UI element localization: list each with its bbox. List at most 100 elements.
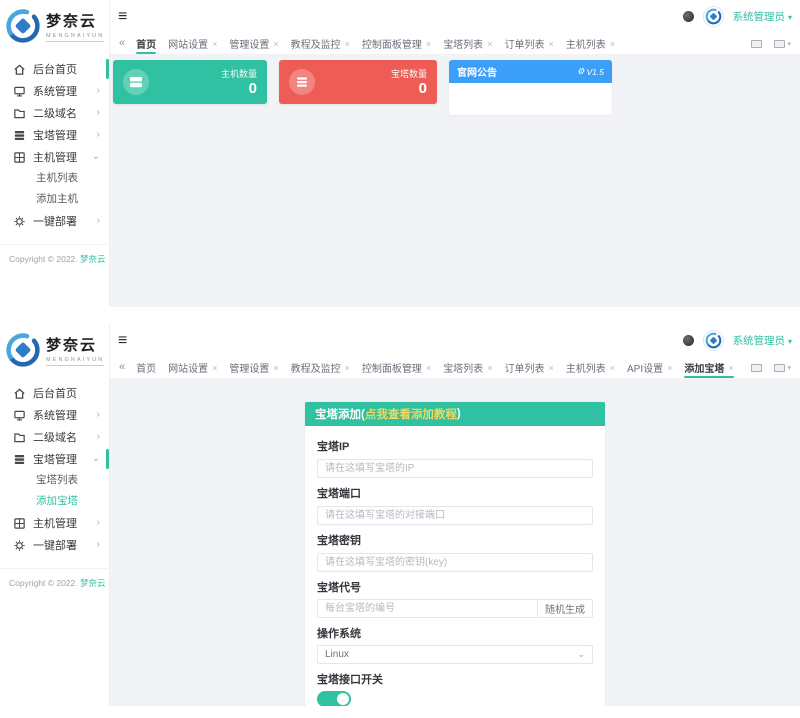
tab-close-icon[interactable]: ×	[487, 39, 492, 49]
tab-close-icon[interactable]: ×	[345, 363, 350, 373]
tab-label: API设置	[627, 360, 663, 375]
tab-refresh-icon[interactable]	[751, 40, 762, 48]
avatar[interactable]	[703, 330, 724, 351]
tab-close-icon[interactable]: ×	[548, 39, 553, 49]
tab[interactable]: 宝塔列表 ×	[443, 357, 492, 378]
tab[interactable]: 教程及监控 ×	[291, 33, 350, 54]
tab-close-icon[interactable]: ×	[610, 363, 615, 373]
sidebar-item-deploy[interactable]: 一键部署 ›	[0, 534, 109, 556]
tab[interactable]: 管理设置 ×	[229, 357, 278, 378]
server-icon	[13, 129, 26, 142]
sidebar-item-baota[interactable]: 宝塔管理 ⌄	[0, 448, 109, 470]
tab-bar: « 首页 × 网站设置 × 管理设置 × 教程及监控	[110, 357, 800, 379]
baota-code-input[interactable]	[318, 600, 537, 617]
user-menu[interactable]: 系统管理员 ▾	[733, 333, 792, 348]
grid-icon	[13, 151, 26, 164]
avatar[interactable]	[703, 6, 724, 27]
tab[interactable]: 首页 ×	[136, 33, 156, 54]
hamburger-menu-icon[interactable]: ≡	[118, 9, 127, 25]
chevron-right-icon: ›	[97, 216, 100, 226]
active-indicator-bar	[106, 449, 109, 469]
tab[interactable]: 教程及监控 ×	[291, 357, 350, 378]
user-menu[interactable]: 系统管理员 ▾	[733, 9, 792, 24]
random-generate-button[interactable]: 随机生成	[537, 600, 592, 617]
tab[interactable]: 添加宝塔 ×	[684, 357, 733, 378]
tab-actions-menu[interactable]: ▾	[774, 364, 791, 372]
sidebar: 梦奈云 MENGNAIYUN 后台首页 系统管理 › 二级域名 ›	[0, 324, 110, 706]
tab[interactable]: 管理设置 ×	[229, 33, 278, 54]
tab-refresh-icon[interactable]	[751, 364, 762, 372]
sidebar-item-host[interactable]: 主机管理 ⌄	[0, 146, 109, 168]
page: 梦奈云 MENGNAIYUN 后台首页 系统管理 › 二级域名	[0, 0, 800, 718]
tab[interactable]: 宝塔列表 ×	[443, 33, 492, 54]
tab-close-icon[interactable]: ×	[345, 39, 350, 49]
tab-close-icon[interactable]: ×	[548, 363, 553, 373]
tab[interactable]: API设置 ×	[627, 357, 672, 378]
sidebar-item-host-list[interactable]: 主机列表	[0, 168, 109, 189]
tab-close-icon[interactable]: ×	[273, 39, 278, 49]
tab[interactable]: 主机列表 ×	[566, 33, 615, 54]
copyright-brand-link[interactable]: 梦奈云	[80, 578, 106, 588]
tab-actions-icon	[774, 40, 785, 48]
notice-title: 官网公告	[457, 64, 497, 79]
stat-card-hosts[interactable]: 主机数量 0	[113, 60, 267, 104]
sidebar-item-subdomain[interactable]: 二级域名 ›	[0, 102, 109, 124]
tab[interactable]: 网站设置 ×	[168, 357, 217, 378]
baota-port-label: 宝塔端口	[317, 485, 593, 501]
stat-card-baota[interactable]: 宝塔数量 0	[279, 60, 437, 104]
tab-close-icon[interactable]: ×	[610, 39, 615, 49]
host-icon	[123, 69, 149, 95]
sidebar-item-system[interactable]: 系统管理 ›	[0, 80, 109, 102]
stat-label: 宝塔数量	[391, 67, 427, 80]
tab[interactable]: 控制面板管理 ×	[362, 33, 431, 54]
main-area: ≡ 系统管理员 ▾ « 首页 ×	[110, 0, 800, 307]
folder-icon	[13, 431, 26, 444]
tutorial-link[interactable]: 点我查看添加教程	[365, 406, 457, 422]
tab-close-icon[interactable]: ×	[426, 39, 431, 49]
tab[interactable]: 控制面板管理 ×	[362, 357, 431, 378]
api-switch-toggle[interactable]	[317, 691, 351, 706]
tab[interactable]: 订单列表 ×	[504, 33, 553, 54]
copyright-brand-link[interactable]: 梦奈云	[80, 254, 106, 264]
theme-skin-icon[interactable]	[683, 11, 694, 22]
tab-close-icon[interactable]: ×	[667, 363, 672, 373]
os-select[interactable]: Linux ⌄	[317, 645, 593, 664]
tab[interactable]: 网站设置 ×	[168, 33, 217, 54]
sidebar-submenu-baota: 宝塔列表 添加宝塔	[0, 470, 109, 512]
sidebar-item-subdomain[interactable]: 二级域名 ›	[0, 426, 109, 448]
hamburger-menu-icon[interactable]: ≡	[118, 333, 127, 349]
panel-title: 宝塔添加(点我查看添加教程)	[305, 402, 605, 426]
tab[interactable]: 首页 ×	[136, 357, 156, 378]
tab-close-icon[interactable]: ×	[212, 39, 217, 49]
tab[interactable]: 主机列表 ×	[566, 357, 615, 378]
tab-close-icon[interactable]: ×	[212, 363, 217, 373]
tab-actions-menu[interactable]: ▾	[774, 40, 791, 48]
sidebar-item-host-add[interactable]: 添加主机	[0, 189, 109, 210]
gear-icon	[13, 215, 26, 228]
sidebar-item-home[interactable]: 后台首页	[0, 382, 109, 404]
tab-collapse-icon[interactable]: «	[119, 38, 125, 49]
chevron-right-icon: ›	[97, 518, 100, 528]
chevron-right-icon: ›	[97, 130, 100, 140]
sidebar-item-baota-add[interactable]: 添加宝塔	[0, 491, 109, 512]
sidebar-item-host[interactable]: 主机管理 ›	[0, 512, 109, 534]
tab[interactable]: 订单列表 ×	[504, 357, 553, 378]
sidebar-item-baota[interactable]: 宝塔管理 ›	[0, 124, 109, 146]
tab-close-icon[interactable]: ×	[728, 363, 733, 373]
baota-ip-input[interactable]	[317, 459, 593, 478]
baota-key-label: 宝塔密钥	[317, 532, 593, 548]
sidebar-item-system[interactable]: 系统管理 ›	[0, 404, 109, 426]
tab-collapse-icon[interactable]: «	[119, 362, 125, 373]
home-icon	[13, 63, 26, 76]
notice-body	[449, 83, 612, 115]
tab-close-icon[interactable]: ×	[487, 363, 492, 373]
sidebar-item-baota-list[interactable]: 宝塔列表	[0, 470, 109, 491]
tab-close-icon[interactable]: ×	[273, 363, 278, 373]
baota-port-input[interactable]	[317, 506, 593, 525]
tab-close-icon[interactable]: ×	[426, 363, 431, 373]
theme-skin-icon[interactable]	[683, 335, 694, 346]
sidebar-item-home[interactable]: 后台首页	[0, 58, 109, 80]
baota-key-input[interactable]	[317, 553, 593, 572]
sidebar-item-deploy[interactable]: 一键部署 ›	[0, 210, 109, 232]
tab-actions-icon	[774, 364, 785, 372]
